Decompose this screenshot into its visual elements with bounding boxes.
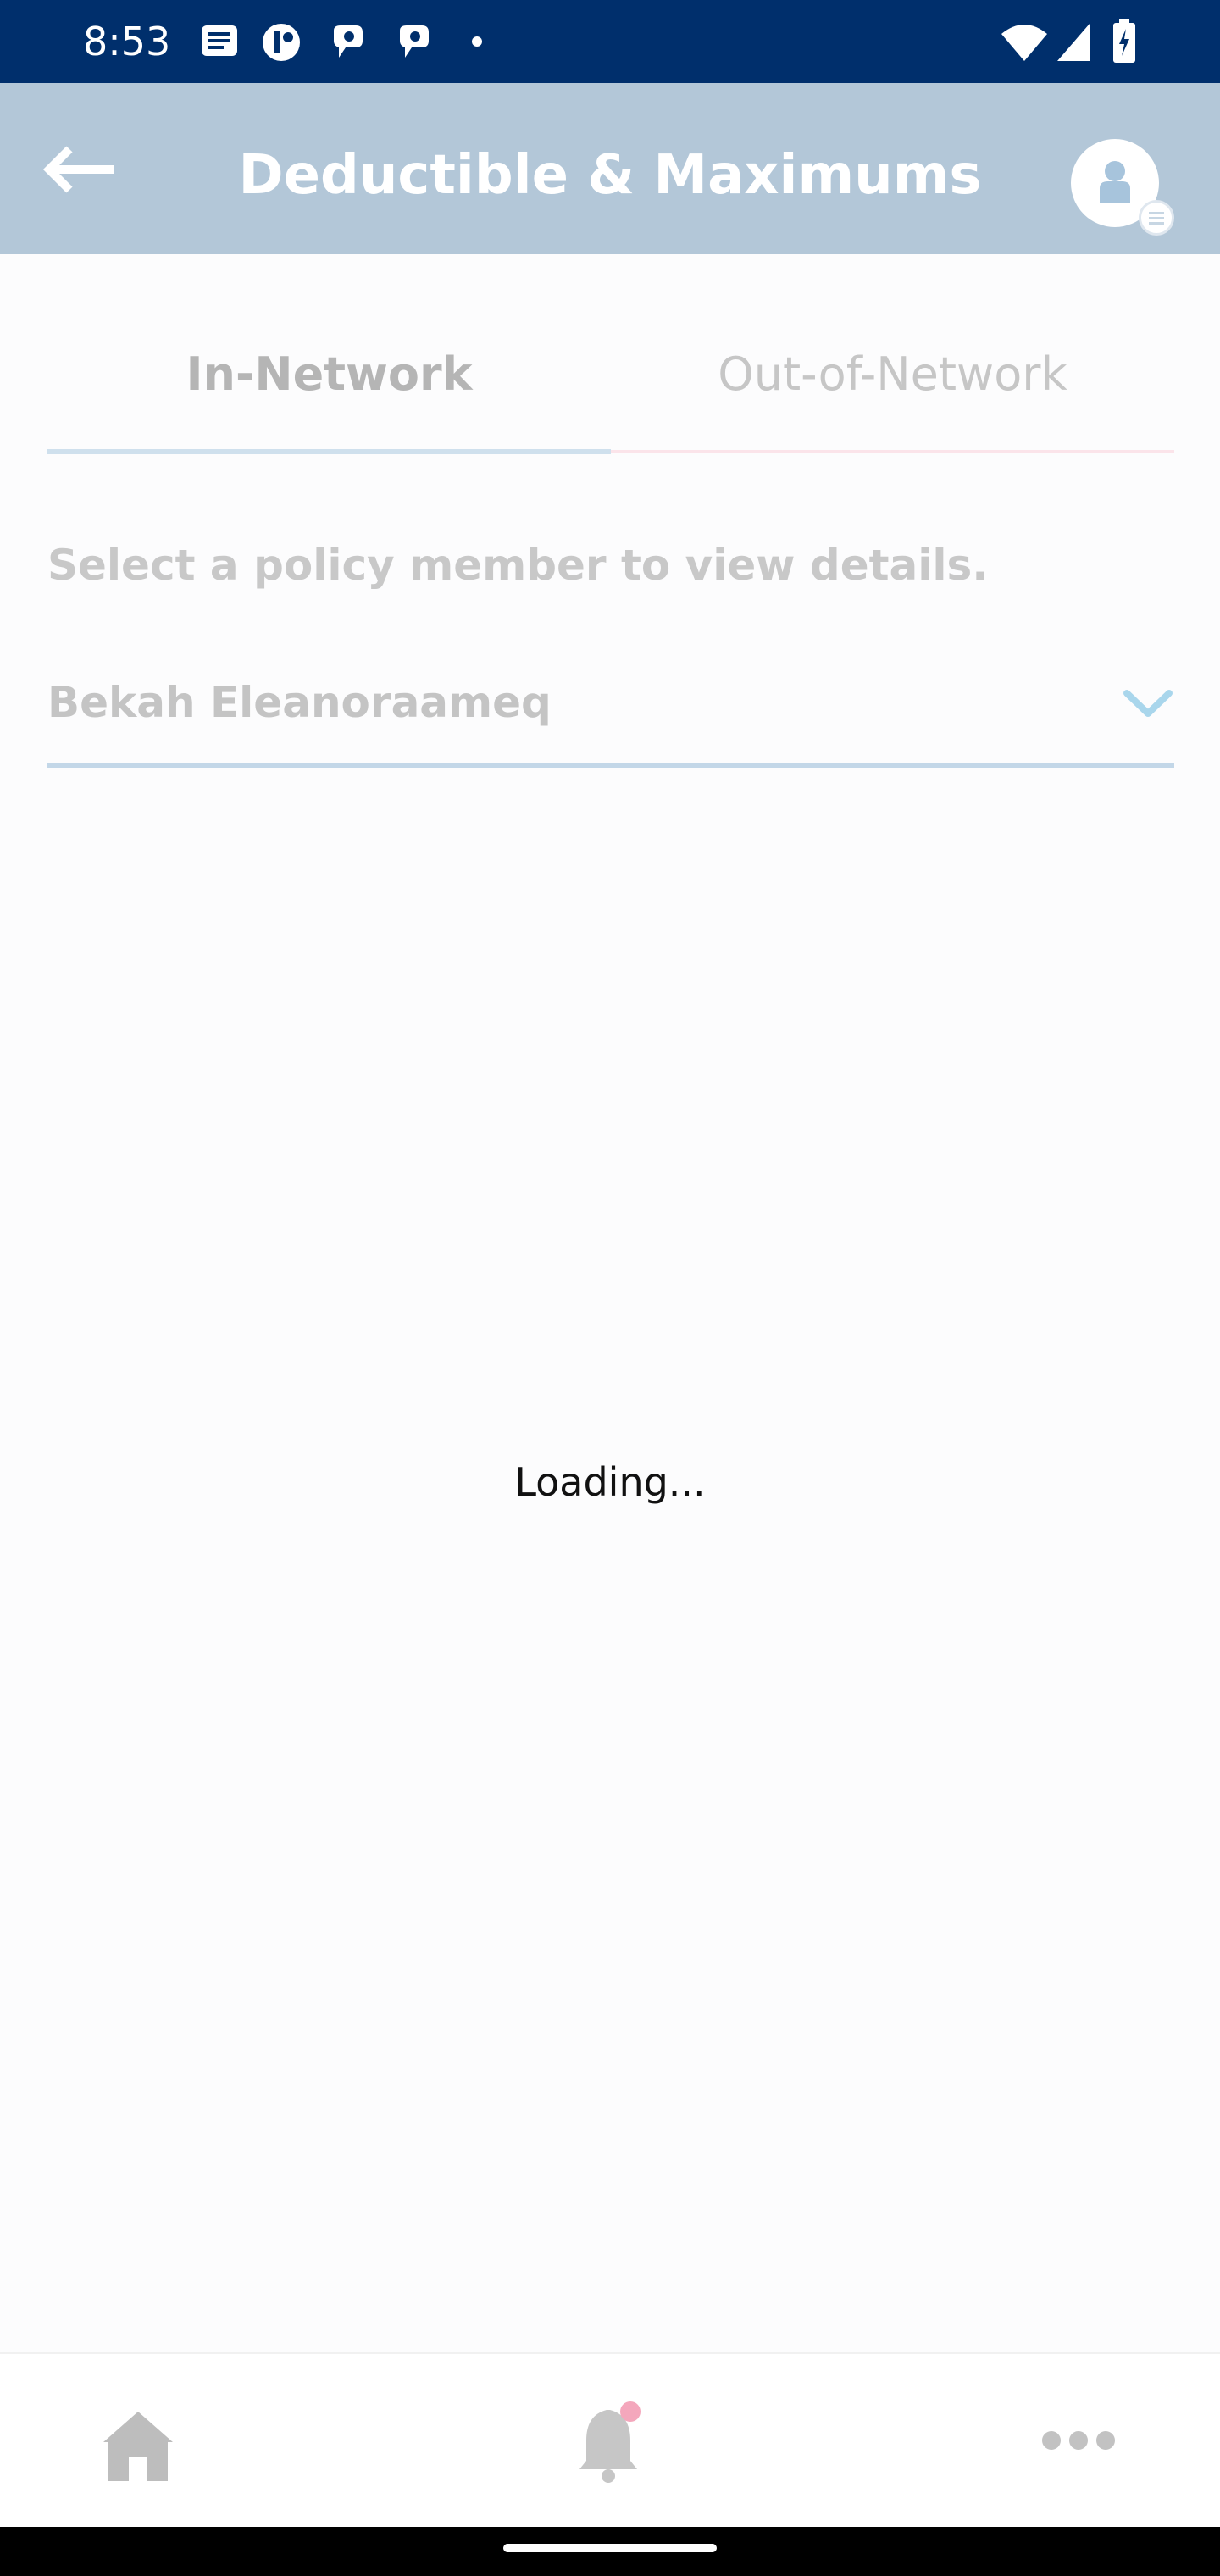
message-icon xyxy=(202,25,237,56)
app-icon xyxy=(400,25,429,58)
menu-badge[interactable] xyxy=(1139,200,1174,236)
status-time: 8:53 xyxy=(83,19,171,64)
page-title: Deductible & Maximums xyxy=(238,144,982,207)
menu-icon xyxy=(1149,212,1164,225)
bottom-nav xyxy=(0,2352,1220,2527)
dot-icon xyxy=(472,36,482,47)
loading-text: Loading... xyxy=(514,1459,706,1505)
member-dropdown[interactable]: Bekah Eleanoraameq xyxy=(47,669,1174,768)
tab-active-indicator xyxy=(47,449,611,454)
bell-icon[interactable] xyxy=(573,2400,649,2484)
app-header: Deductible & Maximums xyxy=(0,83,1220,254)
home-icon[interactable] xyxy=(100,2408,176,2484)
home-gesture-handle[interactable] xyxy=(503,2544,717,2552)
battery-icon xyxy=(1113,19,1135,63)
wifi-icon xyxy=(1001,25,1047,61)
member-selected-value: Bekah Eleanoraameq xyxy=(47,678,552,727)
notification-badge xyxy=(620,2401,640,2422)
member-hint: Select a policy member to view details. xyxy=(47,541,989,590)
signal-icon xyxy=(1057,24,1090,61)
network-tabs: In-Network Out-of-Network xyxy=(47,305,1174,458)
app-icon xyxy=(334,25,363,58)
gesture-bar xyxy=(0,2527,1220,2576)
app-icon xyxy=(263,24,300,61)
more-icon[interactable] xyxy=(1040,2423,1117,2457)
tab-inactive-indicator xyxy=(611,450,1174,453)
tab-in-network[interactable]: In-Network xyxy=(47,305,611,458)
status-bar: 8:53 xyxy=(0,0,1220,83)
tab-out-of-network[interactable]: Out-of-Network xyxy=(611,305,1174,458)
chevron-down-icon xyxy=(1123,690,1173,717)
